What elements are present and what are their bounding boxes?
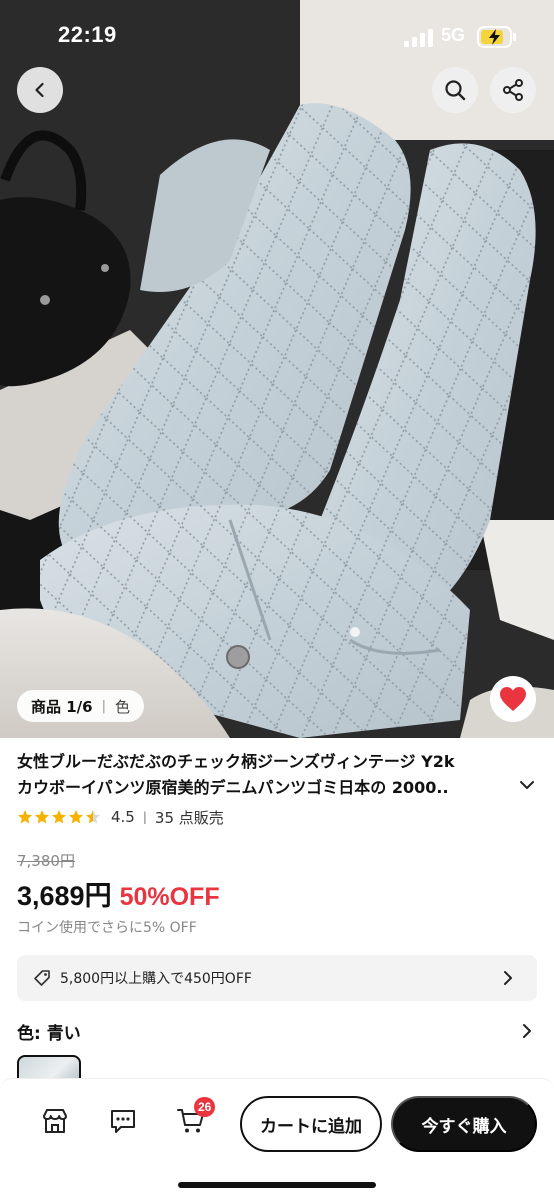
- share-icon: [503, 79, 523, 101]
- rating-value: 4.5: [111, 808, 135, 826]
- status-bar: 22:19 5G: [0, 0, 554, 72]
- counter-divider: |: [101, 698, 106, 714]
- star-full-icon: [69, 810, 83, 824]
- rating-stars: [17, 809, 101, 825]
- star-full-icon: [35, 810, 49, 824]
- search-button[interactable]: [432, 67, 478, 113]
- original-price: 7,380円: [17, 852, 75, 870]
- product-title: 女性ブルーだぶだぶのチェック柄ジーンズヴィンテージ Y2k カウボーイパンツ原宿…: [17, 749, 517, 801]
- cellular-signal-icon: [404, 29, 433, 47]
- discount-badge: 50%OFF: [119, 883, 220, 911]
- sold-count: 35 点販売: [154, 808, 224, 827]
- store-icon: [43, 1109, 67, 1133]
- status-time: 22:19: [58, 22, 117, 47]
- home-indicator: [178, 1182, 376, 1188]
- search-icon: [445, 80, 466, 101]
- star-full-icon: [52, 810, 66, 824]
- coupon-text: 5,800円以上購入で450円OFF: [60, 971, 252, 987]
- chat-button[interactable]: [106, 1104, 140, 1138]
- star-half-icon: [86, 810, 100, 824]
- color-tab[interactable]: 色: [115, 696, 130, 717]
- coupon-banner[interactable]: 5,800円以上購入で450円OFF: [17, 955, 537, 1001]
- share-button[interactable]: [490, 67, 536, 113]
- image-counter[interactable]: 商品 1/6 | 色: [17, 690, 144, 722]
- product-title-line-2: カウボーイパンツ原宿美的デニムパンツゴミ日本の 2000..: [17, 778, 449, 797]
- product-title-line-1: 女性ブルーだぶだぶのチェック柄ジーンズヴィンテージ Y2k: [17, 752, 455, 771]
- favorite-button[interactable]: [490, 676, 536, 722]
- tag-icon: [34, 970, 50, 986]
- rating-row[interactable]: 4.5 | 35 点販売: [17, 806, 224, 828]
- chat-icon: [111, 1110, 135, 1133]
- chevron-right-icon: [504, 971, 512, 985]
- chevron-right-icon[interactable]: [518, 1022, 536, 1040]
- back-button[interactable]: [17, 67, 63, 113]
- add-to-cart-button[interactable]: カートに追加: [240, 1096, 382, 1152]
- buy-now-button[interactable]: 今すぐ購入: [391, 1096, 537, 1152]
- cart-count-badge: 26: [194, 1097, 216, 1117]
- rating-divider: |: [142, 810, 147, 824]
- sale-price: 3,689円: [17, 881, 112, 911]
- store-button[interactable]: [38, 1104, 72, 1138]
- heart-icon: [500, 687, 526, 711]
- network-type: 5G: [441, 25, 466, 45]
- price-row: 3,689円 50%OFF: [17, 874, 220, 913]
- jeans-photo: [0, 0, 554, 738]
- star-full-icon: [18, 810, 32, 824]
- image-counter-text: 商品 1/6: [31, 697, 93, 716]
- product-image[interactable]: [0, 0, 554, 738]
- coin-note: コイン使用でさらに5% OFF: [17, 920, 197, 936]
- chevron-down-icon[interactable]: [518, 776, 536, 794]
- chevron-left-icon: [35, 82, 44, 98]
- battery-charging-icon: [477, 26, 516, 48]
- color-label: 色: 青い: [17, 1024, 81, 1044]
